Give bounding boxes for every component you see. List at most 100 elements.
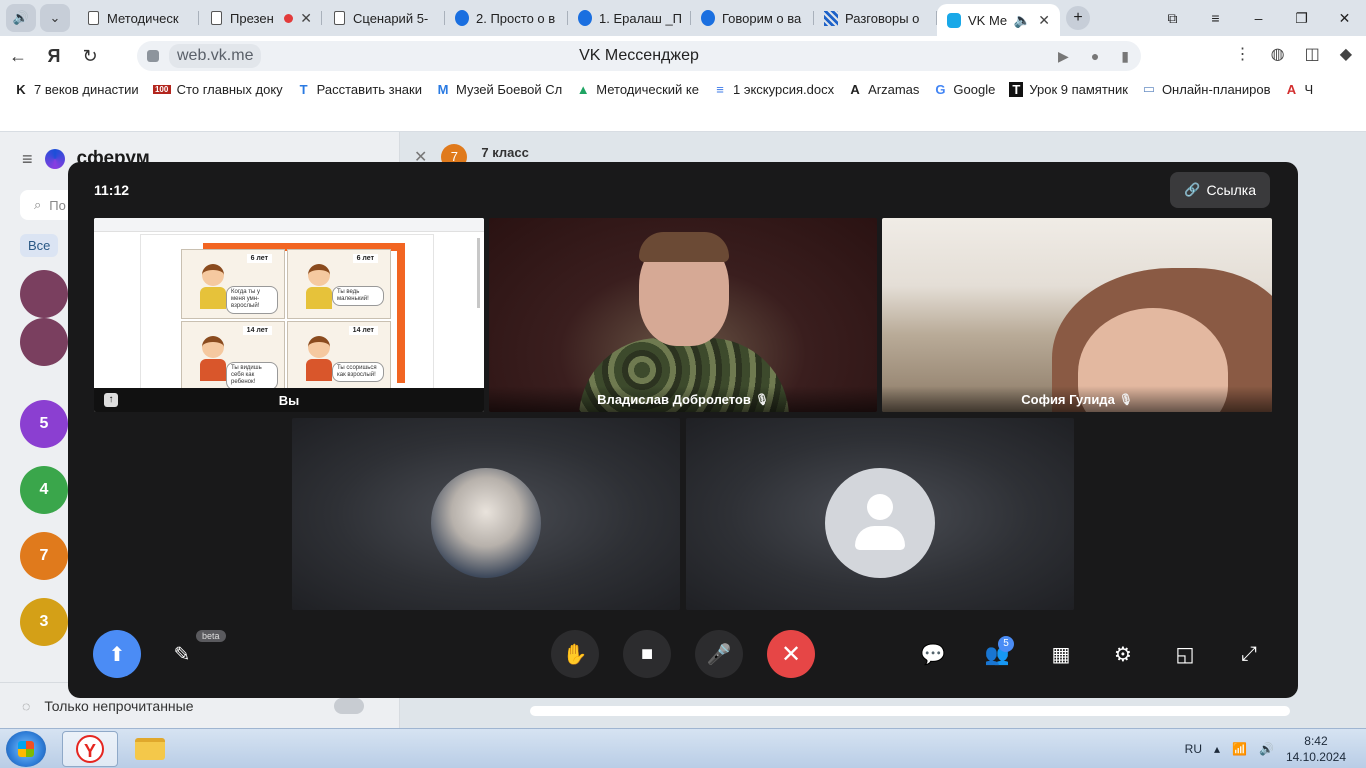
participants-button[interactable]: 👥 — [973, 630, 1021, 678]
browser-tab-2[interactable]: Презен ✕ — [199, 4, 322, 32]
microphone-icon[interactable]: ● — [1091, 48, 1099, 65]
browser-tab-6[interactable]: Говорим о ва — [691, 4, 814, 32]
browser-tab-5[interactable]: 1. Ералаш _П — [568, 4, 691, 32]
windows-taskbar: Y RU ▴ 📶 🔊 8:42 14.10.2024 — [0, 728, 1366, 768]
minimize-icon[interactable]: – — [1237, 10, 1280, 26]
globe-icon[interactable]: ◍ — [1271, 44, 1285, 64]
mic-off-icon: 🎙 — [754, 393, 769, 406]
taskbar-explorer[interactable] — [122, 731, 178, 767]
close-tab-icon[interactable]: ✕ — [300, 10, 312, 27]
folder-icon: ▭ — [1142, 81, 1156, 96]
clock[interactable]: 8:42 14.10.2024 — [1286, 733, 1346, 765]
menu-icon[interactable]: ≡ — [1194, 10, 1237, 26]
bookmark-icon[interactable]: ▮ — [1121, 48, 1129, 65]
bookmark-item[interactable]: AЧ — [1284, 82, 1313, 97]
link-icon: 🔗 — [1184, 182, 1201, 197]
filter-chip-all[interactable]: Все — [20, 234, 59, 257]
folder-icon — [135, 738, 165, 760]
yandex-icon[interactable]: Я — [36, 46, 72, 67]
layout-button[interactable]: ▦ — [1037, 630, 1085, 678]
microphone-button[interactable]: 🎤 — [695, 630, 743, 678]
page-title: VK Мессенджер — [579, 47, 699, 64]
sound-icon[interactable]: 🔊 — [6, 4, 36, 32]
language-indicator[interactable]: RU — [1185, 742, 1202, 756]
browser-tab-3[interactable]: Сценарий 5- — [322, 4, 445, 32]
participant-avatar — [431, 468, 541, 578]
chat-avatar[interactable]: 5 — [20, 400, 68, 448]
chat-avatar[interactable]: 4 — [20, 466, 68, 514]
participant-tile-avatar[interactable] — [292, 418, 680, 610]
end-call-button[interactable]: ✕ — [767, 630, 815, 678]
settings-button[interactable]: ⚙ — [1099, 630, 1147, 678]
message-input[interactable] — [530, 706, 1290, 716]
tray-arrow-icon[interactable]: ▴ — [1214, 742, 1220, 756]
document-icon — [209, 10, 223, 26]
chat-avatar[interactable]: 7 — [20, 532, 68, 580]
bookmark-item[interactable]: A Arzamas — [848, 82, 919, 97]
reload-icon[interactable]: ↻ — [72, 46, 108, 67]
bookmark-item[interactable]: ≡ 1 экскурсия.docx — [713, 82, 834, 97]
bookmark-item[interactable]: M Музей Боевой Сл — [436, 81, 563, 97]
restore-icon[interactable]: ❐ — [1280, 10, 1323, 27]
volume-icon[interactable]: 🔊 — [1259, 742, 1274, 756]
raise-hand-button[interactable]: ✋ — [551, 630, 599, 678]
bookmark-item[interactable]: T Расставить знаки — [297, 82, 422, 97]
fullscreen-button[interactable]: ⤢ — [1225, 630, 1273, 678]
cloud-icon — [455, 10, 469, 26]
bookmark-m-icon: M — [437, 81, 449, 97]
participant-tile-vlad[interactable]: Владислав Добролетов 🎙 — [489, 218, 877, 412]
bookmark-k-icon: K — [16, 81, 26, 97]
participant-tile-no-photo[interactable] — [686, 418, 1074, 610]
network-icon[interactable]: 📶 — [1232, 742, 1247, 756]
taskbar-yandex-browser[interactable]: Y — [62, 731, 118, 767]
cartoon-boy-icon — [306, 336, 332, 381]
browser-tab-4[interactable]: 2. Просто о в — [445, 4, 568, 32]
google-docs-icon: ≡ — [716, 81, 724, 97]
minimize-call-button[interactable]: ◱ — [1161, 630, 1209, 678]
shared-screen-content: Когда ты у меня умн-взрослый! 6 лет Ты в… — [140, 234, 434, 391]
windows-logo-icon — [18, 741, 34, 757]
comic-panel: Когда ты у меня умн-взрослый! 6 лет — [181, 249, 285, 319]
url-field[interactable]: web.vk.me VK Мессенджер ▶ ● ▮ — [137, 41, 1141, 71]
hamburger-icon[interactable]: ≡ — [22, 149, 33, 170]
document-icon — [332, 10, 346, 26]
collections-icon[interactable]: ◫ — [1305, 44, 1320, 64]
unread-toggle[interactable] — [334, 697, 364, 714]
close-window-icon[interactable]: ✕ — [1323, 10, 1366, 27]
bookmark-item[interactable]: G Google — [933, 82, 995, 97]
browser-tab-7[interactable]: Разговоры о — [814, 4, 937, 32]
bookmark-item[interactable]: ▲ Методический ке — [576, 82, 699, 97]
extension-icon[interactable]: ◆ — [1340, 44, 1352, 64]
video-call-window: 11:12 🔗 Ссылка Когда ты у меня умн-взрос… — [68, 162, 1298, 698]
tabs-list-icon[interactable]: ⧉ — [1151, 10, 1194, 27]
participant-tile-self[interactable]: Когда ты у меня умн-взрослый! 6 лет Ты в… — [94, 218, 484, 412]
system-tray: RU ▴ 📶 🔊 8:42 14.10.2024 — [1185, 729, 1346, 768]
chevron-down-icon[interactable]: ⌄ — [40, 4, 70, 32]
more-icon[interactable]: ⋮ — [1235, 44, 1251, 64]
new-tab-button[interactable]: + — [1066, 6, 1090, 30]
camera-button[interactable]: ■ — [623, 630, 671, 678]
chat-avatar[interactable]: 3 — [20, 598, 68, 646]
close-tab-icon[interactable]: ✕ — [1038, 12, 1050, 29]
participant-tile-sofia[interactable]: София Гулида 🎙 — [882, 218, 1272, 412]
bookmark-item[interactable]: 100 Сто главных доку — [152, 82, 283, 97]
browser-tab-active[interactable]: VK Мес 🔈 ✕ — [937, 4, 1060, 36]
chat-button[interactable]: 💬 — [909, 630, 957, 678]
copy-link-button[interactable]: 🔗 Ссылка — [1170, 172, 1270, 208]
url-text[interactable]: web.vk.me — [169, 44, 262, 68]
camera-icon[interactable]: ▶ — [1058, 48, 1069, 65]
comic-panel: Ты ссоришься как взрослый! 14 лет — [287, 321, 391, 391]
chat-avatar[interactable] — [20, 270, 68, 318]
beta-badge: beta — [196, 630, 226, 642]
bookmark-item[interactable]: K7 веков династии — [14, 81, 138, 97]
start-button[interactable] — [6, 731, 46, 767]
bookmark-item[interactable]: T Урок 9 памятник — [1009, 81, 1128, 97]
cartoon-boy-icon — [200, 336, 226, 381]
cartoon-boy-icon — [200, 264, 226, 309]
browser-tab-1[interactable]: Методическ — [76, 4, 199, 32]
screen-share-button[interactable]: ⬆ — [93, 630, 141, 678]
participant-name: Владислав Добролетов — [597, 391, 751, 407]
bookmark-item[interactable]: ▭ Онлайн-планиров — [1142, 81, 1271, 97]
back-icon[interactable]: ← — [0, 46, 36, 67]
chat-avatar[interactable] — [20, 318, 68, 366]
